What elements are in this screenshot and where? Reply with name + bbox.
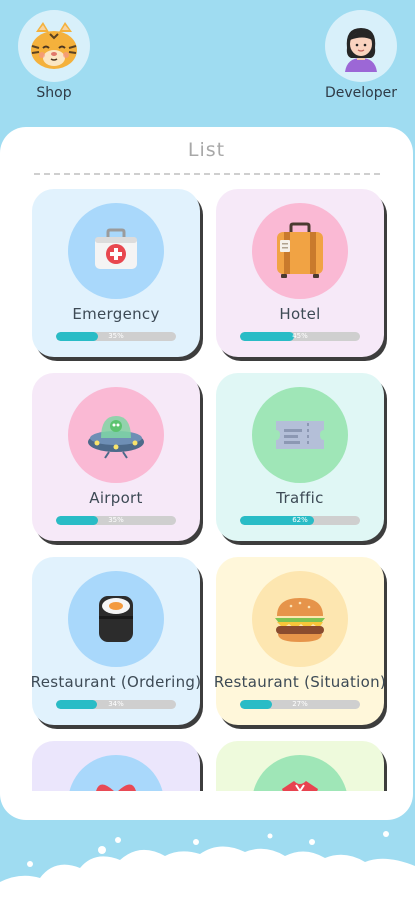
progress-bar: 62% — [240, 516, 360, 525]
list-panel: List Emergency 35% Hotel 45% Airport 35%… — [0, 127, 413, 820]
card-airport[interactable]: Airport 35% — [32, 373, 200, 541]
card-title: Traffic — [276, 489, 324, 507]
developer-button[interactable]: Developer — [321, 10, 401, 101]
progress-bar: 45% — [240, 332, 360, 341]
first-aid-kit-icon — [68, 203, 164, 299]
card-title: Restaurant (Ordering) — [30, 673, 202, 691]
card-emergency[interactable]: Emergency 35% — [32, 189, 200, 357]
progress-bar: 27% — [240, 700, 360, 709]
suitcase-icon — [252, 203, 348, 299]
progress-percent: 34% — [108, 700, 124, 708]
ufo-icon — [68, 387, 164, 483]
card-title: Airport — [89, 489, 143, 507]
card-restaurant-ordering[interactable]: Restaurant (Ordering) 34% — [31, 557, 201, 725]
gift-icon — [68, 755, 164, 791]
progress-percent: 35% — [108, 516, 124, 524]
panel-divider — [34, 173, 380, 175]
cloud-decoration — [0, 820, 415, 900]
card-title: Restaurant (Situation) — [213, 673, 387, 691]
tiger-avatar-icon — [18, 10, 90, 82]
shop-button[interactable]: Shop — [14, 10, 94, 101]
progress-bar: 35% — [56, 332, 176, 341]
progress-percent: 35% — [108, 332, 124, 340]
progress-percent: 27% — [292, 700, 308, 708]
shop-label: Shop — [36, 85, 72, 101]
top-nav: Shop Developer — [0, 0, 415, 110]
progress-bar: 34% — [56, 700, 176, 709]
category-grid[interactable]: Emergency 35% Hotel 45% Airport 35% Traf… — [0, 187, 413, 791]
progress-bar: 35% — [56, 516, 176, 525]
card-hotel[interactable]: Hotel 45% — [216, 189, 384, 357]
card-gift[interactable] — [32, 741, 200, 791]
developer-label: Developer — [324, 85, 397, 101]
card-title: Hotel — [279, 305, 321, 323]
progress-percent: 62% — [292, 516, 308, 524]
card-restaurant-situation[interactable]: Restaurant (Situation) 27% — [214, 557, 386, 725]
panel-title: List — [187, 139, 226, 161]
card-traffic[interactable]: Traffic 62% — [216, 373, 384, 541]
card-title: Emergency — [72, 305, 160, 323]
burger-icon — [252, 571, 348, 667]
card-shirt[interactable] — [216, 741, 384, 791]
shirt-icon — [252, 755, 348, 791]
sushi-icon — [68, 571, 164, 667]
ticket-icon — [252, 387, 348, 483]
progress-percent: 45% — [292, 332, 308, 340]
developer-avatar-icon — [325, 10, 397, 82]
